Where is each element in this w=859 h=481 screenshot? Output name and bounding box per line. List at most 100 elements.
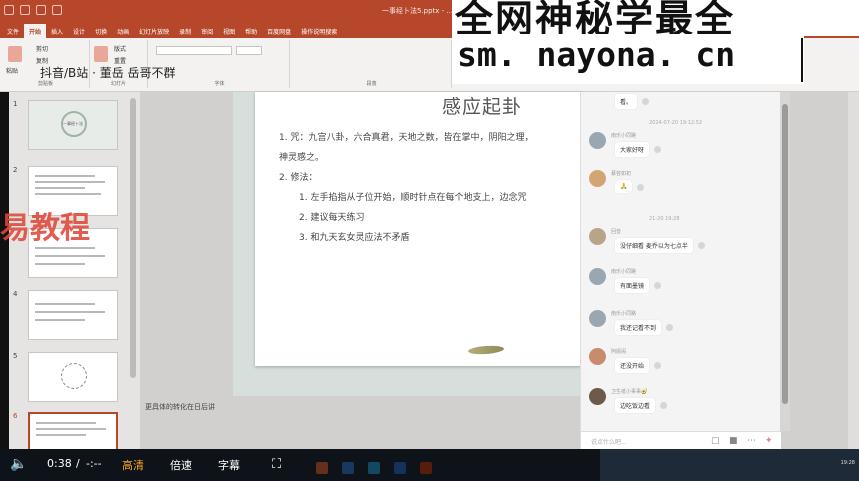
like-icon[interactable] xyxy=(654,362,661,369)
speaker-notes[interactable]: 更具体的转化在日后讲 xyxy=(145,402,215,412)
avatar[interactable] xyxy=(589,132,606,149)
chat-username: 回音 xyxy=(611,229,622,235)
cut-button[interactable]: 剪切 xyxy=(36,44,48,53)
ribbon-tab[interactable]: 审阅 xyxy=(196,24,218,38)
save-icon[interactable] xyxy=(4,5,14,15)
subtitles-button[interactable]: 字幕 xyxy=(218,457,240,473)
volume-icon[interactable]: 🔈 xyxy=(10,456,27,472)
paste-button[interactable]: 粘贴 xyxy=(6,66,18,75)
live-chat-panel: 说点什么吧... ▢ ■ ⋯ ✦ 看。 2024-07-20 19:12:52 南乐… xyxy=(580,92,781,449)
slide-line: 3. 和九天玄女灵应法不矛盾 xyxy=(299,233,410,243)
thumbnail-slide-4[interactable] xyxy=(28,290,118,340)
slides-label: 幻灯片 xyxy=(110,81,126,87)
chat-username: 南乐小同路 xyxy=(611,133,637,139)
chat-bubble: 大家好呀 xyxy=(615,142,650,157)
quality-button[interactable]: 高清 xyxy=(122,457,144,473)
like-icon[interactable] xyxy=(666,324,673,331)
layout-button[interactable]: 版式 xyxy=(114,44,126,53)
ribbon-tab[interactable]: 幻灯片放映 xyxy=(134,24,174,38)
ribbon-tab[interactable]: 切换 xyxy=(90,24,112,38)
ribbon-tab[interactable]: 操作说明搜索 xyxy=(296,24,342,38)
chat-bubble: 边吃饭边看 xyxy=(615,398,656,413)
ribbon-tab[interactable]: 插入 xyxy=(46,24,68,38)
present-icon[interactable] xyxy=(52,5,62,15)
undo-icon[interactable] xyxy=(20,5,30,15)
overlay-subtitle: 抖音/B站 · 董岳 岳哥不群 xyxy=(40,66,176,80)
avatar[interactable] xyxy=(589,268,606,285)
folder-icon[interactable]: ■ xyxy=(729,436,738,446)
slide-line: 2. 建议每天练习 xyxy=(299,213,365,223)
paragraph-label: 段落 xyxy=(366,81,377,87)
video-player-controls: 🔈 0:38 / -:-- 高清 倍速 字幕 ⛶ xyxy=(0,449,600,481)
chat-bubble: 没仔细看 麦乔以为七点半 xyxy=(615,238,693,253)
screen: 一事经卜法5.pptx - ... 文件 开始 插入 设计 切换 动画 幻灯片放映 录制 审阅视… xyxy=(0,0,859,481)
fullscreen-icon[interactable]: ⛶ xyxy=(272,457,281,472)
slide-title[interactable]: 感应起卦 xyxy=(442,92,522,119)
ribbon-tab[interactable]: 动画 xyxy=(112,24,134,38)
speed-button[interactable]: 倍速 xyxy=(170,457,192,473)
taskbar-clock: 19:28 xyxy=(840,460,855,466)
like-icon[interactable] xyxy=(660,402,667,409)
thumb-number: 6 xyxy=(13,412,18,420)
thumb-number: 2 xyxy=(13,166,18,174)
ribbon-tab[interactable]: 视图 xyxy=(218,24,240,38)
ribbon-tab[interactable]: 帮助 xyxy=(240,24,262,38)
font-name-field[interactable] xyxy=(156,46,232,55)
paste-icon[interactable] xyxy=(8,46,22,62)
redo-icon[interactable] xyxy=(36,5,46,15)
image-icon[interactable]: ▢ xyxy=(711,436,720,446)
chat-username: 慕容如初 xyxy=(611,171,632,177)
chat-bubble: 🙏 xyxy=(615,180,633,193)
chat-username: 南乐小同路 xyxy=(611,269,637,275)
slide-line: 2. 修法： xyxy=(279,173,318,183)
slide-line: 1. 左手掐指从子位开始，顺时针点在每个地支上，边念咒 xyxy=(299,193,527,203)
avatar[interactable] xyxy=(589,228,606,245)
slide-line: 神灵感之。 xyxy=(279,153,325,163)
avatar[interactable] xyxy=(589,388,606,405)
clipboard-label: 剪贴板 xyxy=(37,81,53,87)
like-icon[interactable] xyxy=(642,98,649,105)
chat-username: 南乐小同路 xyxy=(611,311,637,317)
avatar[interactable] xyxy=(589,348,606,365)
like-icon[interactable] xyxy=(654,146,661,153)
like-icon[interactable] xyxy=(654,282,661,289)
left-black-bar xyxy=(0,92,9,449)
chat-input-bar[interactable]: 说点什么吧... ▢ ■ ⋯ ✦ xyxy=(581,431,781,449)
document-title: 一事经卜法5.pptx - ... xyxy=(382,7,454,15)
current-time: 0:38 xyxy=(47,457,72,470)
gift-icon[interactable]: ✦ xyxy=(765,436,773,446)
like-icon[interactable] xyxy=(637,184,644,191)
ribbon-tab[interactable]: 设计 xyxy=(68,24,90,38)
thumb-title: 一事经卜法 xyxy=(63,121,83,126)
avatar[interactable] xyxy=(589,170,606,187)
watermark-url: sm. nayona. cn xyxy=(457,35,736,74)
ribbon-tab[interactable]: 开始 xyxy=(24,24,47,38)
slide-line: 1. 咒：九宫八卦，六合真君，天地之数，皆在掌中，阴阳之理， xyxy=(279,133,534,143)
ribbon-tab[interactable]: 录制 xyxy=(174,24,196,38)
thumbnail-slide-1[interactable]: 一事经卜法 xyxy=(28,100,118,150)
chat-bubble: 我还记看不到 xyxy=(615,320,662,335)
watermark-red-text: 易教程 xyxy=(0,211,90,246)
like-icon[interactable] xyxy=(698,242,705,249)
avatar[interactable] xyxy=(589,310,606,327)
chat-timestamp: 2024-07-20 19:12:52 xyxy=(649,120,703,126)
chat-input-placeholder[interactable]: 说点什么吧... xyxy=(591,437,627,446)
paragraph-group: 段落 xyxy=(292,40,452,88)
right-edge-strip xyxy=(848,92,859,449)
thumbnail-slide-5[interactable] xyxy=(28,352,118,402)
ribbon-tab[interactable]: 百度网盘 xyxy=(262,24,296,38)
chat-username: 阿妮闹 xyxy=(611,349,627,355)
font-size-field[interactable] xyxy=(236,46,262,55)
thumbnails-scrollbar[interactable] xyxy=(130,98,136,378)
chat-bubble: 有面墨镜 xyxy=(615,278,650,293)
chat-bubble: 看。 xyxy=(615,94,638,109)
text-cursor xyxy=(801,38,803,82)
chat-scrollbar[interactable] xyxy=(780,92,790,431)
quick-access-toolbar xyxy=(4,5,62,15)
chat-bubble: 还没开始 xyxy=(615,358,650,373)
more-icon[interactable]: ⋯ xyxy=(747,436,756,446)
ribbon-tab[interactable]: 文件 xyxy=(2,24,24,38)
current-slide[interactable]: 感应起卦 1. 咒：九宫八卦，六合真君，天地之数，皆在掌中，阴阳之理， 神灵感之… xyxy=(255,92,583,366)
new-slide-icon[interactable] xyxy=(94,46,108,62)
thumb-number: 1 xyxy=(13,100,18,108)
